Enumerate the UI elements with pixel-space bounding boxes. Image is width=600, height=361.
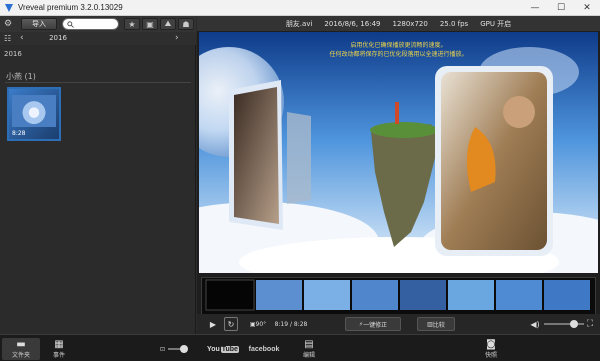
folder-label: 文件夹 — [11, 352, 30, 359]
event-label: 事件 — [52, 352, 65, 359]
gear-icon[interactable]: ⚙ — [4, 19, 14, 29]
folder-icon: ▬ — [16, 339, 26, 350]
video-frame — [199, 32, 598, 273]
landscape-icon[interactable]: ⛰ — [160, 18, 176, 30]
caption-line-1: 启用优化已确保播放更流畅的速度。 — [350, 42, 447, 49]
youtube-you: You — [207, 345, 220, 353]
library-panel: ⚙ 导入 ★ ▣ ⛰ ☗ ☷ ‹ 2016 › 2016 小燕 (1) 8:28 — [0, 16, 196, 334]
snapshot-icon: ◙ — [486, 339, 496, 350]
group-divider — [5, 82, 191, 83]
camera-icon[interactable]: ▣ — [142, 18, 158, 30]
bottom-bar: ▬ 文件夹 ▦ 事件 ⊡ You Tube facebook ▤ 编辑 ◙ 快照 — [0, 334, 600, 361]
compare-label: 比较 — [432, 321, 445, 329]
people-icon[interactable]: ☗ — [178, 18, 194, 30]
rotate-button[interactable]: ▣ 90° — [246, 317, 270, 331]
youtube-tube: Tube — [220, 345, 239, 353]
snapshot-button[interactable]: ◙ 快照 — [482, 338, 500, 360]
thumbnail-image — [12, 95, 56, 127]
video-preview[interactable]: 启用优化已确保播放更流畅的速度。 任何改动都将保存的已优化段落用以全速进行播放。 — [199, 32, 598, 273]
gpu-status: GPU 开启 — [480, 19, 512, 28]
grid-icon: ▦ — [54, 339, 64, 350]
fix-label: 一键修正 — [363, 321, 388, 329]
volume-control[interactable]: ◀) — [527, 317, 587, 331]
time-display: 8:19 / 8:28 — [274, 320, 308, 328]
folder-button[interactable]: ▬ 文件夹 — [2, 338, 40, 360]
rotate-label: 90° — [255, 320, 267, 328]
snapshot-label: 快照 — [484, 352, 497, 359]
edit-label: 编辑 — [302, 352, 315, 359]
close-button[interactable]: ✕ — [574, 0, 600, 16]
year-label: 2016 — [49, 34, 67, 42]
video-info-bar: 朋友.avi 2016/8/6, 16:49 1280x720 25.0 fps… — [197, 16, 600, 31]
event-button[interactable]: ▦ 事件 — [44, 338, 74, 360]
volume-slider[interactable] — [543, 320, 584, 328]
group-label: 小燕 (1) — [6, 72, 36, 81]
loop-icon[interactable]: ↻ — [224, 317, 238, 331]
star-icon[interactable]: ★ — [124, 18, 140, 30]
thumbnail-zoom[interactable]: ⊡ — [150, 338, 196, 360]
maximize-button[interactable]: ☐ — [548, 0, 574, 16]
zoom-knob[interactable] — [180, 345, 189, 353]
caption-line-2: 任何改动都将保存的已优化段落用以全速进行播放。 — [329, 51, 468, 58]
player-controls: ▶ ↻ ▣ 90° 8:19 / 8:28 ⚡ 一键修正 ▥ 比较 ◀) ⛶ — [197, 314, 600, 334]
year-navigator: ☷ ‹ 2016 › — [0, 32, 196, 45]
video-thumbnail[interactable]: 8:28 — [7, 87, 61, 141]
speaker-icon: ◀) — [530, 319, 540, 329]
app-icon — [5, 3, 13, 12]
play-icon[interactable]: ▶ — [207, 317, 219, 331]
one-click-fix-button[interactable]: ⚡ 一键修正 — [345, 317, 401, 331]
volume-knob[interactable] — [569, 320, 578, 328]
minimize-button[interactable]: — — [522, 0, 548, 16]
chevron-right-icon[interactable]: › — [175, 33, 179, 43]
youtube-button[interactable]: You Tube — [207, 338, 239, 360]
video-datetime: 2016/8/6, 16:49 — [324, 19, 381, 28]
edit-button[interactable]: ▤ 编辑 — [300, 338, 318, 360]
preview-panel: 朋友.avi 2016/8/6, 16:49 1280x720 25.0 fps… — [197, 16, 600, 334]
thumbnail-duration: 8:28 — [12, 130, 26, 137]
video-fps: 25.0 fps — [439, 19, 469, 28]
title-bar: Vreveal premium 3.2.0.13029 — ☐ ✕ — [0, 0, 600, 16]
facebook-button[interactable]: facebook — [249, 338, 280, 360]
compare-button[interactable]: ▥ 比较 — [417, 317, 455, 331]
library-toolbar: ⚙ 导入 ★ ▣ ⛰ ☗ — [0, 16, 196, 32]
search-input[interactable] — [76, 21, 116, 27]
zoom-slider[interactable] — [168, 345, 189, 353]
import-button[interactable]: 导入 — [21, 18, 57, 30]
zoom-icon: ⊡ — [159, 345, 166, 353]
search-icon — [67, 20, 74, 28]
edit-icon: ▤ — [304, 339, 314, 350]
search-box[interactable] — [62, 18, 119, 30]
year-group-label: 2016 — [4, 50, 22, 58]
fullscreen-icon[interactable]: ⛶ — [583, 317, 597, 331]
window-title: Vreveal premium 3.2.0.13029 — [18, 3, 123, 12]
video-filename: 朋友.avi — [285, 19, 313, 28]
video-resolution: 1280x720 — [392, 19, 428, 28]
